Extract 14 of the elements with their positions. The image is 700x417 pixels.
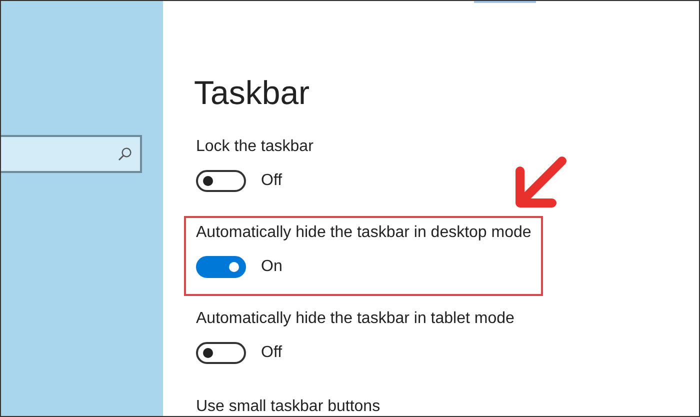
setting-label: Lock the taskbar <box>196 138 314 156</box>
toggle-state: Off <box>261 172 282 190</box>
search-icon <box>118 147 132 161</box>
toggle-switch[interactable] <box>196 170 246 192</box>
setting-label: Automatically hide the taskbar in tablet mode <box>196 310 514 328</box>
toggle-state: On <box>261 258 282 276</box>
setting-label: Use small taskbar buttons <box>196 398 380 416</box>
search-field[interactable] <box>1 135 142 173</box>
page-title: Taskbar <box>194 74 311 112</box>
toggle-switch[interactable] <box>196 342 246 364</box>
toggle-state: Off <box>261 344 282 362</box>
toggle-switch[interactable] <box>196 256 246 278</box>
scroll-indicator <box>474 1 536 3</box>
setting-label: Automatically hide the taskbar in desktop mode <box>196 224 532 242</box>
